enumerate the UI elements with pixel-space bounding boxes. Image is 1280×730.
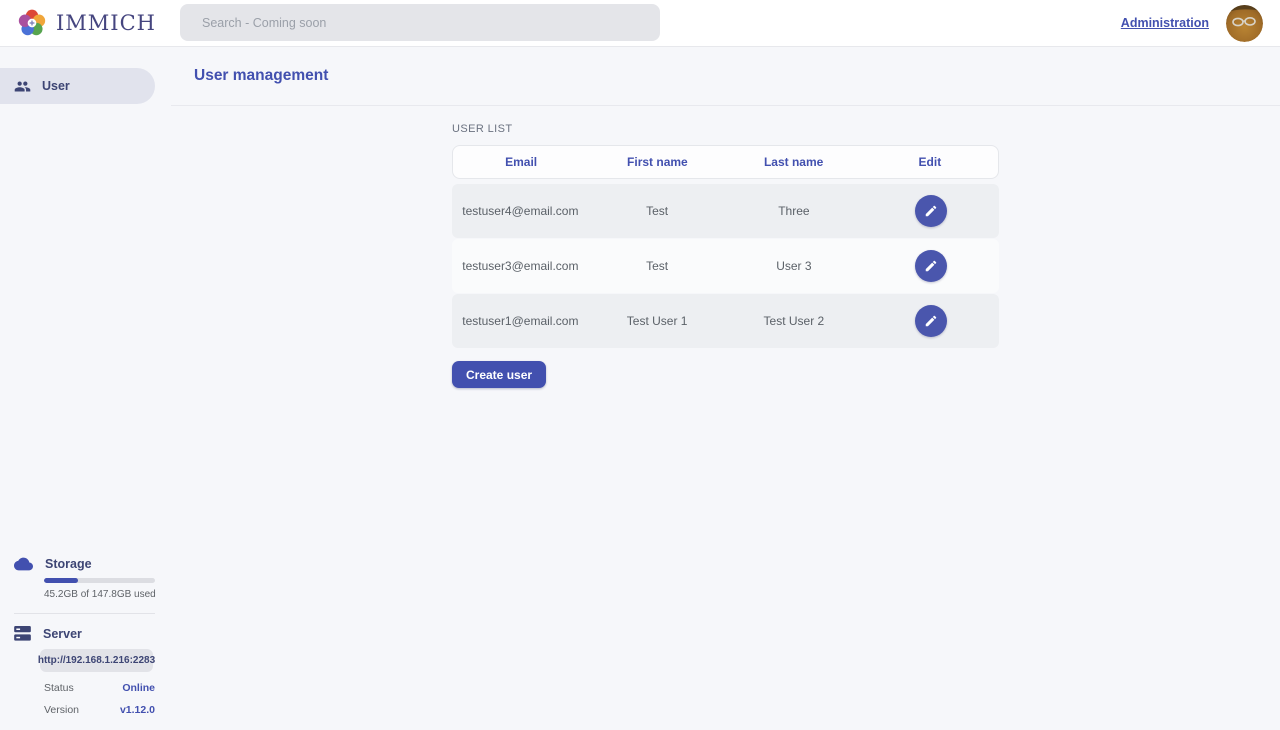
immich-flower-icon [16, 7, 48, 39]
administration-link[interactable]: Administration [1121, 16, 1209, 30]
column-header-firstname: First name [589, 155, 725, 169]
user-firstname-cell: Test [589, 204, 726, 218]
column-header-edit: Edit [862, 155, 998, 169]
user-email-cell: testuser3@email.com [452, 259, 589, 273]
storage-usage-text: 45.2GB of 147.8GB used [44, 589, 171, 600]
brand-wordmark: IMMICH [56, 11, 156, 35]
storage-progress-bar [44, 578, 155, 583]
page-title: User management [194, 67, 328, 85]
version-label: Version [44, 704, 79, 716]
server-version-row: Version v1.12.0 [44, 704, 155, 716]
sidebar: User Storage 45.2GB of 147.8GB used [0, 47, 171, 730]
server-icon [14, 626, 31, 641]
user-table: Email First name Last name Edit testuser… [452, 145, 999, 348]
user-lastname-cell: Three [726, 204, 863, 218]
edit-user-button[interactable] [915, 195, 947, 227]
user-lastname-cell: User 3 [726, 259, 863, 273]
cloud-icon [14, 557, 33, 571]
edit-user-button[interactable] [915, 250, 947, 282]
user-email-cell: testuser1@email.com [452, 314, 589, 328]
edit-user-button[interactable] [915, 305, 947, 337]
table-row: testuser4@email.com Test Three [452, 184, 999, 238]
storage-title: Storage [45, 557, 92, 571]
create-user-button[interactable]: Create user [452, 361, 546, 388]
sidebar-item-user[interactable]: User [0, 68, 155, 104]
version-value: v1.12.0 [120, 704, 155, 716]
user-list-label: USER LIST [452, 123, 1280, 135]
server-status-row: Status Online [44, 682, 155, 694]
table-row: testuser3@email.com Test User 3 [452, 239, 999, 293]
server-url: http://192.168.1.216:2283 [38, 655, 155, 666]
user-firstname-cell: Test User 1 [589, 314, 726, 328]
users-icon [14, 78, 31, 95]
sidebar-item-user-label: User [42, 79, 70, 93]
server-title: Server [43, 627, 82, 641]
top-header: IMMICH Administration [0, 0, 1280, 47]
user-email-cell: testuser4@email.com [452, 204, 589, 218]
page-header: User management [171, 47, 1280, 106]
column-header-lastname: Last name [726, 155, 862, 169]
search-input[interactable] [180, 4, 660, 41]
main-panel: User management USER LIST Email First na… [171, 47, 1280, 730]
immich-logo[interactable]: IMMICH [0, 7, 156, 39]
column-header-email: Email [453, 155, 589, 169]
storage-progress-fill [44, 578, 78, 583]
user-avatar[interactable] [1226, 5, 1263, 42]
table-row: testuser1@email.com Test User 1 Test Use… [452, 294, 999, 348]
status-value: Online [122, 682, 155, 694]
status-label: Status [44, 682, 74, 694]
sidebar-divider [14, 613, 155, 614]
server-url-chip: http://192.168.1.216:2283 [40, 649, 153, 672]
table-header-row: Email First name Last name Edit [452, 145, 999, 179]
user-lastname-cell: Test User 2 [726, 314, 863, 328]
user-firstname-cell: Test [589, 259, 726, 273]
